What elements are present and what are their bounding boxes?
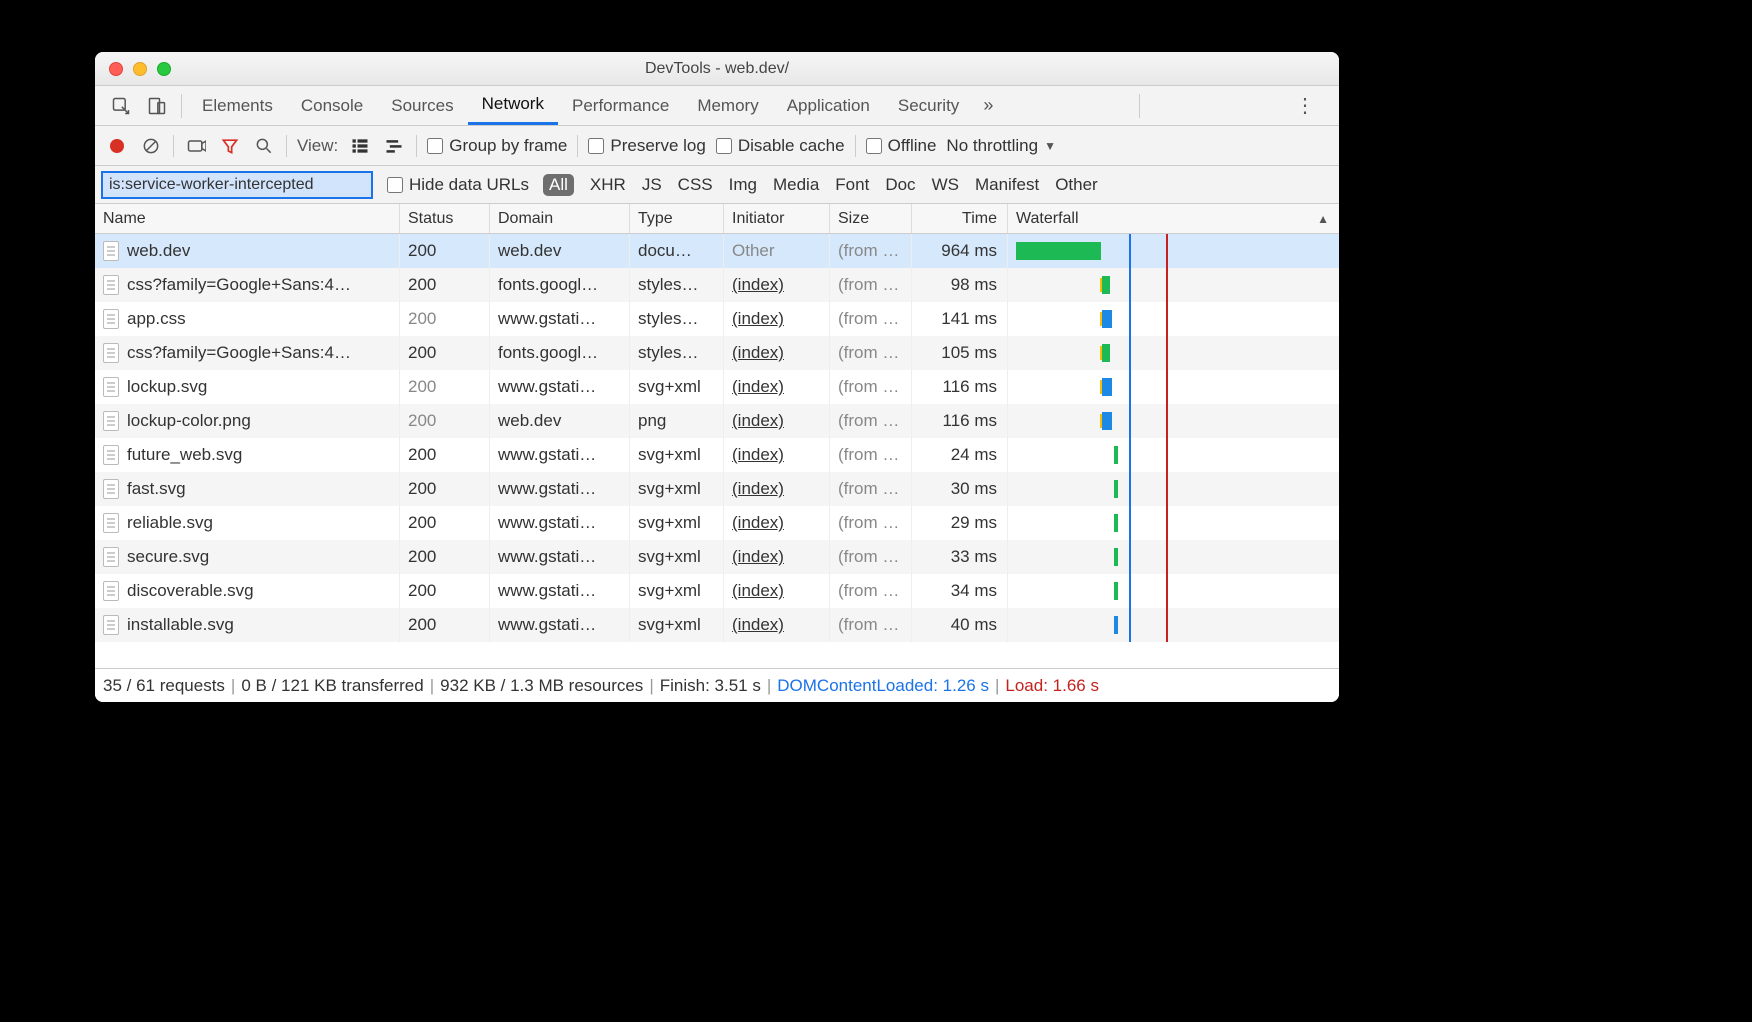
table-row[interactable]: fast.svg200www.gstati…svg+xml(index)(fro… bbox=[95, 472, 1339, 506]
network-table: Name Status Domain Type Initiator Size T… bbox=[95, 204, 1339, 668]
file-icon bbox=[103, 411, 119, 431]
settings-menu-button[interactable]: ⋮ bbox=[1281, 93, 1331, 118]
capture-screenshots-icon[interactable] bbox=[184, 136, 208, 156]
tab-security[interactable]: Security bbox=[884, 86, 973, 125]
view-label: View: bbox=[297, 136, 338, 156]
filter-chip-js[interactable]: JS bbox=[642, 175, 662, 195]
filter-chip-css[interactable]: CSS bbox=[678, 175, 713, 195]
tab-performance[interactable]: Performance bbox=[558, 86, 683, 125]
col-waterfall[interactable]: Waterfall▲ bbox=[1008, 204, 1339, 233]
file-icon bbox=[103, 479, 119, 499]
filter-chip-all[interactable]: All bbox=[543, 174, 574, 196]
network-toolbar: View: Group by frame Preserve log Disabl… bbox=[95, 126, 1339, 166]
filter-toggle-icon[interactable] bbox=[218, 136, 242, 156]
sb-load: Load: 1.66 s bbox=[1005, 676, 1099, 696]
sb-finish: Finish: 3.51 s bbox=[660, 676, 761, 696]
tab-network[interactable]: Network bbox=[468, 86, 558, 125]
filter-chip-doc[interactable]: Doc bbox=[885, 175, 915, 195]
table-row[interactable]: css?family=Google+Sans:4…200fonts.googl…… bbox=[95, 336, 1339, 370]
table-row[interactable]: lockup.svg200www.gstati…svg+xml(index)(f… bbox=[95, 370, 1339, 404]
clear-button[interactable] bbox=[139, 136, 163, 156]
preserve-log-checkbox[interactable]: Preserve log bbox=[588, 136, 705, 156]
initiator-link[interactable]: (index) bbox=[732, 479, 784, 499]
file-icon bbox=[103, 615, 119, 635]
table-row[interactable]: web.dev200web.devdocu…Other(from …964 ms bbox=[95, 234, 1339, 268]
sb-requests: 35 / 61 requests bbox=[103, 676, 225, 696]
table-row[interactable]: app.css200www.gstati…styles…(index)(from… bbox=[95, 302, 1339, 336]
file-icon bbox=[103, 445, 119, 465]
col-status[interactable]: Status bbox=[400, 204, 490, 233]
initiator-link[interactable]: (index) bbox=[732, 581, 784, 601]
initiator-link[interactable]: (index) bbox=[732, 513, 784, 533]
filter-chip-other[interactable]: Other bbox=[1055, 175, 1098, 195]
table-header: Name Status Domain Type Initiator Size T… bbox=[95, 204, 1339, 234]
col-domain[interactable]: Domain bbox=[490, 204, 630, 233]
initiator-link[interactable]: (index) bbox=[732, 615, 784, 635]
initiator-link[interactable]: (index) bbox=[732, 411, 784, 431]
initiator-link[interactable]: (index) bbox=[732, 309, 784, 329]
table-row[interactable]: discoverable.svg200www.gstati…svg+xml(in… bbox=[95, 574, 1339, 608]
file-icon bbox=[103, 377, 119, 397]
filter-chip-ws[interactable]: WS bbox=[932, 175, 959, 195]
initiator-link[interactable]: (index) bbox=[732, 343, 784, 363]
tab-sources[interactable]: Sources bbox=[377, 86, 467, 125]
tab-elements[interactable]: Elements bbox=[188, 86, 287, 125]
file-icon bbox=[103, 309, 119, 329]
initiator-link[interactable]: (index) bbox=[732, 547, 784, 567]
overview-toggle-icon[interactable] bbox=[382, 136, 406, 156]
file-icon bbox=[103, 547, 119, 567]
file-icon bbox=[103, 343, 119, 363]
sb-transferred: 0 B / 121 KB transferred bbox=[241, 676, 423, 696]
filter-chip-manifest[interactable]: Manifest bbox=[975, 175, 1039, 195]
col-name[interactable]: Name bbox=[95, 204, 400, 233]
throttling-select[interactable]: No throttling▼ bbox=[946, 136, 1056, 156]
filter-bar: Hide data URLs All XHR JS CSS Img Media Font Do… bbox=[95, 166, 1339, 204]
col-time[interactable]: Time bbox=[912, 204, 1008, 233]
devtools-window: DevTools - web.dev/ ElementsConsoleSourc… bbox=[95, 52, 1339, 702]
table-body: web.dev200web.devdocu…Other(from …964 ms… bbox=[95, 234, 1339, 668]
initiator-link[interactable]: (index) bbox=[732, 275, 784, 295]
table-row[interactable]: secure.svg200www.gstati…svg+xml(index)(f… bbox=[95, 540, 1339, 574]
hide-data-urls-checkbox[interactable]: Hide data URLs bbox=[387, 175, 529, 195]
search-icon[interactable] bbox=[252, 136, 276, 156]
filter-input[interactable] bbox=[101, 171, 373, 199]
filter-chip-img[interactable]: Img bbox=[729, 175, 757, 195]
sb-dcl: DOMContentLoaded: 1.26 s bbox=[777, 676, 989, 696]
group-by-frame-checkbox[interactable]: Group by frame bbox=[427, 136, 567, 156]
table-row[interactable]: reliable.svg200www.gstati…svg+xml(index)… bbox=[95, 506, 1339, 540]
large-rows-icon[interactable] bbox=[348, 136, 372, 156]
file-icon bbox=[103, 581, 119, 601]
file-icon bbox=[103, 275, 119, 295]
filter-chip-font[interactable]: Font bbox=[835, 175, 869, 195]
table-row[interactable]: future_web.svg200www.gstati…svg+xml(inde… bbox=[95, 438, 1339, 472]
offline-checkbox[interactable]: Offline bbox=[866, 136, 937, 156]
col-size[interactable]: Size bbox=[830, 204, 912, 233]
initiator-link[interactable]: (index) bbox=[732, 377, 784, 397]
sb-resources: 932 KB / 1.3 MB resources bbox=[440, 676, 643, 696]
table-row[interactable]: installable.svg200www.gstati…svg+xml(ind… bbox=[95, 608, 1339, 642]
status-bar: 35 / 61 requests | 0 B / 121 KB transfer… bbox=[95, 668, 1339, 702]
tab-console[interactable]: Console bbox=[287, 86, 377, 125]
tab-application[interactable]: Application bbox=[773, 86, 884, 125]
inspect-element-icon[interactable] bbox=[103, 96, 139, 116]
col-initiator[interactable]: Initiator bbox=[724, 204, 830, 233]
table-row[interactable]: lockup-color.png200web.devpng(index)(fro… bbox=[95, 404, 1339, 438]
tab-memory[interactable]: Memory bbox=[683, 86, 772, 125]
filter-chip-media[interactable]: Media bbox=[773, 175, 819, 195]
device-toolbar-icon[interactable] bbox=[139, 96, 175, 116]
col-type[interactable]: Type bbox=[630, 204, 724, 233]
disable-cache-checkbox[interactable]: Disable cache bbox=[716, 136, 845, 156]
filter-chip-xhr[interactable]: XHR bbox=[590, 175, 626, 195]
window-title: DevTools - web.dev/ bbox=[95, 60, 1339, 78]
file-icon bbox=[103, 513, 119, 533]
titlebar: DevTools - web.dev/ bbox=[95, 52, 1339, 86]
more-panels-button[interactable]: » bbox=[973, 95, 1003, 116]
table-row[interactable]: css?family=Google+Sans:4…200fonts.googl…… bbox=[95, 268, 1339, 302]
record-button[interactable] bbox=[105, 139, 129, 153]
file-icon bbox=[103, 241, 119, 261]
panel-tabs: ElementsConsoleSourcesNetworkPerformance… bbox=[95, 86, 1339, 126]
initiator-link[interactable]: (index) bbox=[732, 445, 784, 465]
